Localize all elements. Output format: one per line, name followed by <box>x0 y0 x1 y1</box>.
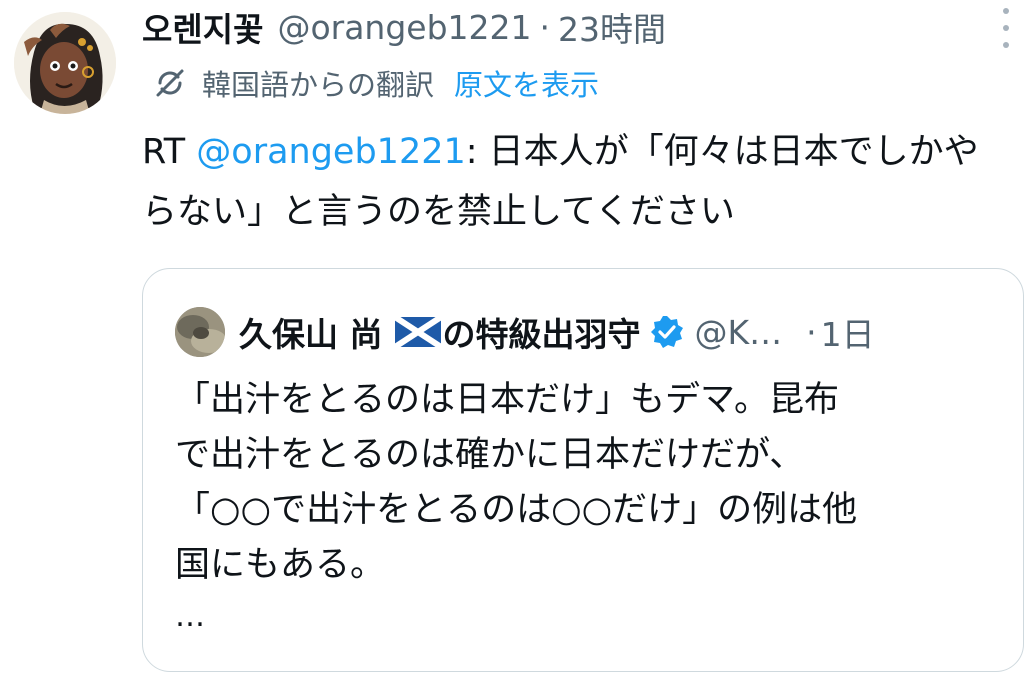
tweet-timestamp[interactable]: 23時間 <box>558 3 666 51</box>
mention-link[interactable]: @orangeb1221 <box>196 132 465 172</box>
tweet-header: 오렌지꽃 @orangeb1221 · 23時間 <box>142 2 982 52</box>
author-handle[interactable]: @orangeb1221 <box>277 8 531 47</box>
quoted-separator-dot: · <box>806 312 817 352</box>
separator-dot: · <box>539 7 551 47</box>
quoted-tweet-text: 「出汁をとるのは日本だけ」もデマ。昆布 で出汁をとるのは確かに日本だけだが、 「… <box>175 373 1003 593</box>
quoted-tweet-header: 久保山 尚 の特級出羽守 @K… · 1日 <box>239 303 1019 361</box>
translate-icon <box>156 69 184 97</box>
author-name[interactable]: 오렌지꽃 <box>142 3 263 51</box>
quoted-author-avatar[interactable] <box>175 307 225 357</box>
translation-row: 韓国語からの翻訳 原文を表示 <box>152 60 599 106</box>
quoted-text-line: 国にもある。 <box>175 545 386 585</box>
quoted-text-line: 「○○で出汁をとるのは○○だけ」の例は他 <box>175 490 858 530</box>
quoted-tweet-card[interactable]: 久保山 尚 の特級出羽守 @K… · 1日 「出汁をとるのは日本だけ」もデマ。昆… <box>142 268 1024 672</box>
quoted-text-line: 「出汁をとるのは日本だけ」もデマ。昆布 <box>175 380 839 420</box>
quoted-timestamp[interactable]: 1日 <box>821 308 875 356</box>
show-original-link[interactable]: 原文を表示 <box>454 62 599 104</box>
translation-label: 韓国語からの翻訳 <box>202 68 435 102</box>
tweet-text: RT @orangeb1221: 日本人が「何々は日本でしかやらない」と言うのを… <box>142 122 1002 242</box>
truncation-ellipsis: … <box>175 599 205 634</box>
quoted-author-name-suffix[interactable]: の特級出羽守 <box>443 308 641 356</box>
author-avatar[interactable] <box>14 12 116 114</box>
verified-badge-icon <box>650 316 683 348</box>
more-icon[interactable] <box>994 8 1018 48</box>
quoted-author-name[interactable]: 久保山 尚 <box>239 308 383 356</box>
quoted-author-handle[interactable]: @K… <box>695 313 783 352</box>
quoted-text-line: で出汁をとるのは確かに日本だけだが、 <box>175 435 805 475</box>
rt-prefix: RT <box>142 132 197 172</box>
scotland-flag-icon <box>394 317 441 347</box>
